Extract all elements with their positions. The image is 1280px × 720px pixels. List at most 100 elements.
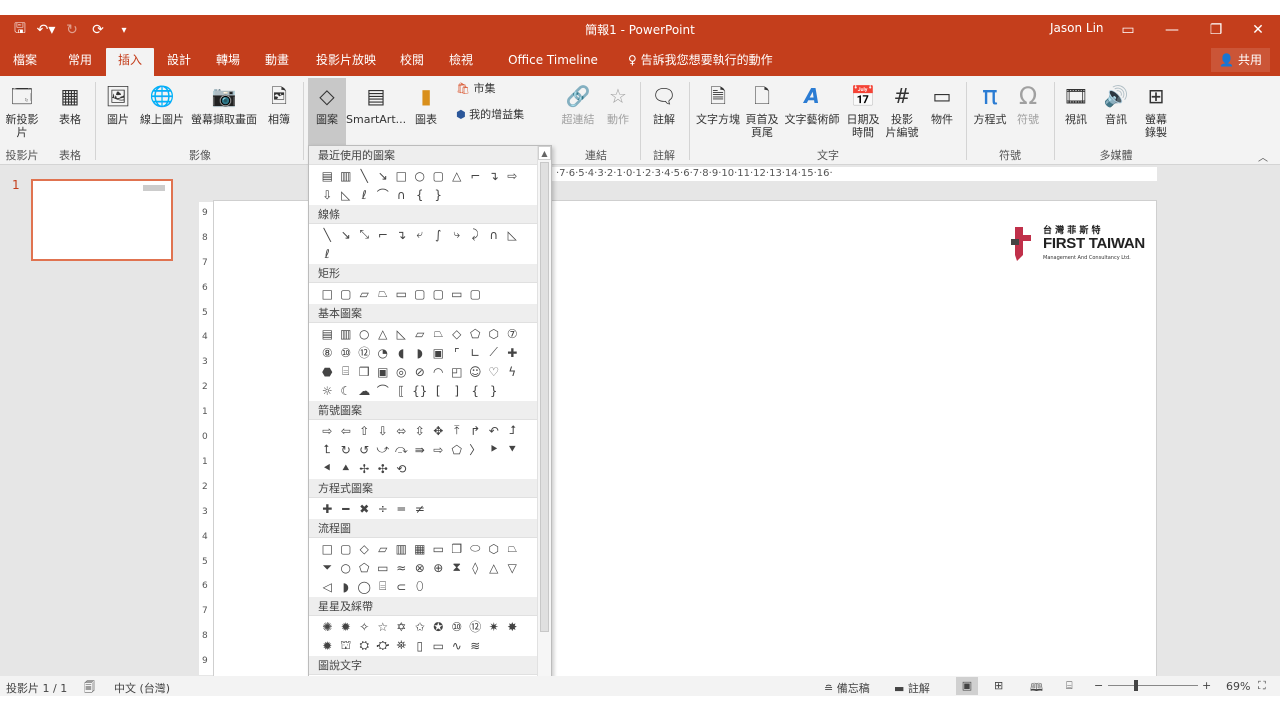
manual-operation-shape-icon[interactable]: ⏷ <box>318 558 337 577</box>
chevron-shape-icon[interactable]: 〉 <box>466 440 485 459</box>
curved-right-arrow-shape-icon[interactable]: ↻ <box>337 440 356 459</box>
comment-button[interactable]: 🗨 註解 <box>646 82 682 127</box>
elbow-arrow-shape-icon[interactable]: ↴ <box>392 225 411 244</box>
document-shape-icon[interactable]: ▭ <box>429 539 448 558</box>
star-12-shape-icon[interactable]: ⑫ <box>466 617 485 636</box>
language-indicator[interactable]: 中文 (台灣) <box>114 680 170 696</box>
oval-shape-icon[interactable]: ○ <box>411 166 430 185</box>
online-picture-button[interactable]: 🌐 線上圖片 <box>138 82 186 127</box>
donut-shape-icon[interactable]: ◎ <box>392 362 411 381</box>
snip-corner-rect-shape-icon[interactable]: ▱ <box>355 284 374 303</box>
chord-shape-icon[interactable]: ◖ <box>392 343 411 362</box>
slideshow-view-icon[interactable]: ⌸ <box>1066 679 1073 693</box>
star-7-shape-icon[interactable]: ✩ <box>411 617 430 636</box>
data-shape-icon[interactable]: ▱ <box>374 539 393 558</box>
vertical-scroll-shape-icon[interactable]: ▯ <box>411 636 430 655</box>
connector-shape-icon[interactable]: ○ <box>337 558 356 577</box>
alternate-process-shape-icon[interactable]: ▢ <box>337 539 356 558</box>
terminator-shape-icon[interactable]: ⬭ <box>466 539 485 558</box>
slide-number-button[interactable]: # 投影 片編號 <box>884 82 920 140</box>
my-addins-button[interactable]: ⬢ 我的增益集 <box>456 108 552 121</box>
notes-button[interactable]: ≘ 備忘稿 <box>824 680 870 696</box>
star-8-shape-icon[interactable]: ✪ <box>429 617 448 636</box>
double-wave-shape-icon[interactable]: ≋ <box>466 636 485 655</box>
octagon-shape-icon[interactable]: ⑧ <box>318 343 337 362</box>
magnetic-disk-shape-icon[interactable]: ⌸ <box>374 577 393 596</box>
left-bracket-shape-icon[interactable]: [ <box>429 381 448 400</box>
u-turn-arrow-shape-icon[interactable]: ↶ <box>485 421 504 440</box>
left-arrow-callout-shape-icon[interactable]: ⯇ <box>318 459 337 478</box>
curved-up-arrow-shape-icon[interactable]: ⤻ <box>374 440 393 459</box>
scroll-thumb[interactable] <box>540 162 549 632</box>
snip-diagonal-rect-shape-icon[interactable]: ▭ <box>392 284 411 303</box>
store-button[interactable]: 🛍 市集 <box>456 82 520 95</box>
horizontal-scroll-shape-icon[interactable]: ▭ <box>429 636 448 655</box>
reading-view-icon[interactable]: 🕮 <box>1030 679 1043 696</box>
user-name[interactable]: Jason Lin <box>1050 21 1104 35</box>
zoom-in-icon[interactable]: + <box>1202 679 1211 692</box>
notched-right-arrow-shape-icon[interactable]: ⇨ <box>429 440 448 459</box>
manual-input-shape-icon[interactable]: ⏢ <box>503 539 522 558</box>
multiply-shape-icon[interactable]: ✖ <box>355 499 374 518</box>
tab-insert[interactable]: 插入 <box>106 48 154 76</box>
table-button[interactable]: ▦ 表格 <box>50 82 90 127</box>
elbow-connector-shape-icon[interactable]: ⌐ <box>466 166 485 185</box>
zoom-out-icon[interactable]: − <box>1094 679 1103 692</box>
merge-shape-icon[interactable]: ▽ <box>503 558 522 577</box>
close-icon[interactable]: ✕ <box>1236 15 1280 44</box>
shapes-button[interactable]: ◇ 圖案 <box>308 78 346 146</box>
plaque-shape-icon[interactable]: ⬣ <box>318 362 337 381</box>
striped-right-arrow-shape-icon[interactable]: ⇛ <box>411 440 430 459</box>
right-brace-shape-icon[interactable]: } <box>485 381 504 400</box>
punched-tape-shape-icon[interactable]: ≈ <box>392 558 411 577</box>
half-frame-shape-icon[interactable]: ⌜ <box>448 343 467 362</box>
wordart-button[interactable]: A 文字藝術師 <box>782 82 842 127</box>
line-shape-icon[interactable]: ╲ <box>355 166 374 185</box>
curved-connector-shape-icon[interactable]: ∫ <box>429 225 448 244</box>
folded-corner-shape-icon[interactable]: ◰ <box>448 362 467 381</box>
cube-shape-icon[interactable]: ❒ <box>355 362 374 381</box>
star-16-shape-icon[interactable]: ✷ <box>485 617 504 636</box>
extract-shape-icon[interactable]: △ <box>485 558 504 577</box>
card-shape-icon[interactable]: ▭ <box>374 558 393 577</box>
triangle-shape-icon[interactable]: △ <box>448 166 467 185</box>
star-10-shape-icon[interactable]: ⑩ <box>448 617 467 636</box>
star-32-shape-icon[interactable]: ✹ <box>318 636 337 655</box>
rectangle-shape-icon[interactable]: □ <box>392 166 411 185</box>
left-right-arrow-shape-icon[interactable]: ⬄ <box>392 421 411 440</box>
comments-button[interactable]: ▬ 註解 <box>894 680 930 696</box>
diagonal-stripe-shape-icon[interactable]: ⟋ <box>485 343 504 362</box>
tab-transitions[interactable]: 轉場 <box>210 48 246 76</box>
left-right-up-arrow-shape-icon[interactable]: ⤒ <box>448 421 467 440</box>
slide-sorter-view-icon[interactable]: ⊞ <box>994 679 1003 692</box>
curved-double-arrow-shape-icon[interactable]: ⤸ <box>466 225 485 244</box>
can-shape-icon[interactable]: ⌸ <box>337 362 356 381</box>
album-button[interactable]: 🖻 相簿 <box>260 82 298 127</box>
pentagon-arrow-shape-icon[interactable]: ⬠ <box>448 440 467 459</box>
star-4-shape-icon[interactable]: ✧ <box>355 617 374 636</box>
minimize-icon[interactable]: — <box>1150 15 1194 44</box>
left-brace-shape-icon[interactable]: { <box>411 185 430 204</box>
sort-shape-icon[interactable]: ◊ <box>466 558 485 577</box>
right-arrow-shape-icon[interactable]: ⇨ <box>503 166 522 185</box>
right-arrow-shape-icon[interactable]: ⇨ <box>318 421 337 440</box>
trapezoid-shape-icon[interactable]: ⏢ <box>429 324 448 343</box>
tab-design[interactable]: 設計 <box>161 48 197 76</box>
triangle-shape-icon[interactable]: △ <box>374 324 393 343</box>
l-shape-icon[interactable]: ∟ <box>466 343 485 362</box>
line-shape-icon[interactable]: ╲ <box>318 225 337 244</box>
tab-slideshow[interactable]: 投影片放映 <box>310 48 382 76</box>
cloud-shape-icon[interactable]: ☁ <box>355 381 374 400</box>
offpage-connector-shape-icon[interactable]: ⬠ <box>355 558 374 577</box>
tab-file[interactable]: 檔案 <box>6 48 44 76</box>
snip-same-side-rect-shape-icon[interactable]: ⏢ <box>374 284 393 303</box>
oval-shape-icon[interactable]: ○ <box>355 324 374 343</box>
double-arrow-line-shape-icon[interactable]: ⤡ <box>355 225 374 244</box>
decision-shape-icon[interactable]: ◇ <box>355 539 374 558</box>
action-button[interactable]: ☆ 動作 <box>602 82 634 127</box>
arc-shape-icon[interactable]: ⌒ <box>374 381 393 400</box>
sequential-access-storage-shape-icon[interactable]: ◯ <box>355 577 374 596</box>
scribble-shape-icon[interactable]: ℓ <box>355 185 374 204</box>
rounded-rect-shape-icon[interactable]: ▢ <box>337 284 356 303</box>
wave-shape-icon[interactable]: ∿ <box>448 636 467 655</box>
